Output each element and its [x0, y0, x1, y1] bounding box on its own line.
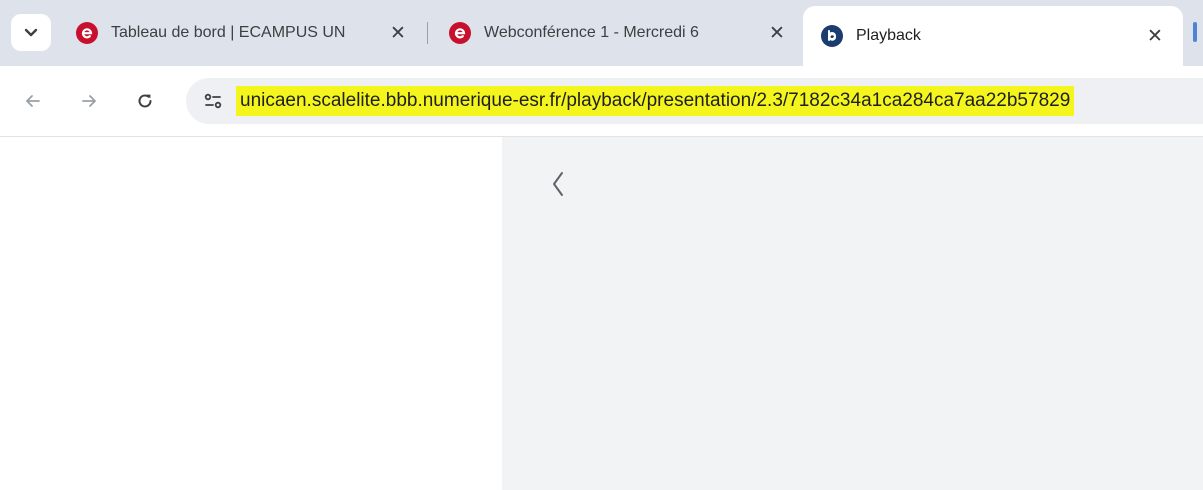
arrow-right-icon — [82, 95, 96, 107]
chevron-left-icon — [553, 172, 563, 196]
close-icon[interactable]: ✕ — [384, 19, 412, 47]
chevron-down-icon — [24, 28, 38, 36]
close-icon[interactable]: ✕ — [763, 19, 791, 47]
tune-icon — [204, 93, 222, 109]
tab-search-button[interactable] — [11, 14, 51, 51]
tab-ecampus-dashboard[interactable]: Tableau de bord | ECAMPUS UN ✕ — [66, 8, 418, 58]
tab-title: Tableau de bord | ECAMPUS UN — [111, 24, 346, 41]
tab-playback[interactable]: Playback ✕ — [803, 6, 1183, 66]
url-text[interactable]: unicaen.scalelite.bbb.numerique-esr.fr/p… — [236, 86, 1075, 116]
tab-strip: Tableau de bord | ECAMPUS UN ✕ Webconfér… — [0, 0, 1203, 66]
page-content — [0, 137, 1203, 490]
ecampus-icon — [449, 22, 471, 44]
tab-title: Playback — [856, 27, 921, 44]
bigbluebutton-icon — [821, 25, 843, 47]
tab-title: Webconférence 1 - Mercredi 6 — [484, 24, 699, 41]
reload-button[interactable] — [127, 83, 163, 119]
browser-toolbar: unicaen.scalelite.bbb.numerique-esr.fr/p… — [0, 66, 1203, 137]
close-icon[interactable]: ✕ — [1141, 22, 1169, 50]
arrow-left-icon — [26, 95, 40, 107]
back-button[interactable] — [15, 83, 51, 119]
forward-button[interactable] — [71, 83, 107, 119]
site-info-button[interactable] — [195, 83, 231, 119]
tab-divider — [427, 22, 428, 44]
tab-webconference[interactable]: Webconférence 1 - Mercredi 6 ✕ — [437, 8, 797, 58]
presentation-area — [0, 137, 502, 490]
reload-icon — [138, 94, 152, 108]
browser-window: Tableau de bord | ECAMPUS UN ✕ Webconfér… — [0, 0, 1203, 490]
side-panel — [502, 137, 1203, 490]
address-bar[interactable]: unicaen.scalelite.bbb.numerique-esr.fr/p… — [186, 78, 1203, 124]
ecampus-icon — [76, 22, 98, 44]
collapse-button[interactable] — [544, 167, 572, 201]
new-tab-button[interactable] — [1193, 22, 1197, 42]
